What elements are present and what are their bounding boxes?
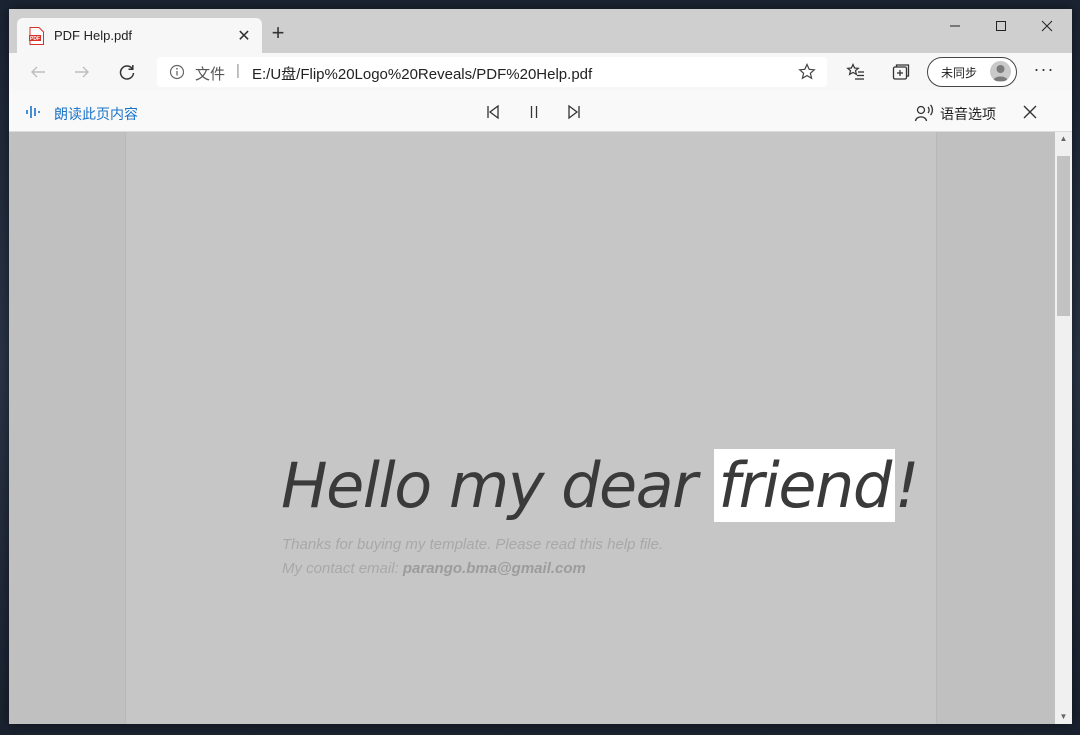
contact-email: parango.bma@gmail.com <box>402 560 586 577</box>
user-avatar-icon <box>993 65 1008 81</box>
pdf-file-icon: PDF <box>29 27 44 45</box>
heading-exclamation: ! <box>894 449 920 522</box>
favorites-list-icon[interactable] <box>846 62 866 82</box>
next-paragraph-icon[interactable] <box>564 102 584 122</box>
close-read-aloud-icon[interactable] <box>1020 102 1040 122</box>
tab-title: PDF Help.pdf <box>54 28 133 43</box>
heading-text: Hello my dear <box>281 449 715 522</box>
document-heading: Hello my dear friend! <box>281 449 920 522</box>
tab-close-icon[interactable]: ✕ <box>234 26 254 46</box>
collections-icon[interactable] <box>891 62 911 82</box>
read-aloud-label[interactable]: 朗读此页内容 <box>54 104 138 124</box>
close-icon <box>1041 20 1053 32</box>
arrow-right-icon <box>75 66 89 78</box>
minimize-icon <box>950 25 960 27</box>
highlighted-word: friend <box>714 449 895 522</box>
maximize-icon <box>996 21 1006 31</box>
url-text[interactable]: E:/U盘/Flip%20Logo%20Reveals/PDF%20Help.p… <box>252 63 592 84</box>
scroll-down-icon[interactable]: ▼ <box>1055 710 1072 724</box>
address-bar[interactable]: 文件 | E:/U盘/Flip%20Logo%20Reveals/PDF%20H… <box>157 57 827 87</box>
read-aloud-icon <box>26 106 40 118</box>
info-icon[interactable] <box>169 64 185 80</box>
settings-more-button[interactable]: ··· <box>1032 60 1056 84</box>
refresh-button[interactable] <box>114 59 140 85</box>
favorite-star-icon[interactable] <box>797 62 817 82</box>
contact-prefix: My contact email: <box>282 560 403 577</box>
scheme-label: 文件 <box>195 66 226 83</box>
vertical-scrollbar[interactable]: ▲ ▼ <box>1055 132 1072 724</box>
scroll-up-icon[interactable]: ▲ <box>1055 132 1072 146</box>
browser-window: PDF PDF Help.pdf ✕ + 文件 | E:/U盘/Flip%20L… <box>9 9 1072 724</box>
pdf-viewer[interactable]: Hello my dear friend! Thanks for buying … <box>9 132 1055 724</box>
contact-line: My contact email: parango.bma@gmail.com <box>282 560 586 577</box>
navigation-toolbar: 文件 | E:/U盘/Flip%20Logo%20Reveals/PDF%20H… <box>9 53 1072 91</box>
pdf-page: Hello my dear friend! Thanks for buying … <box>125 132 937 724</box>
thanks-text: Thanks for buying my template. Please re… <box>282 536 664 553</box>
tab-pdf-help[interactable]: PDF PDF Help.pdf ✕ <box>17 18 262 53</box>
refresh-icon <box>119 65 135 80</box>
voice-options-label[interactable]: 语音选项 <box>940 104 996 124</box>
profile-sync-button[interactable]: 未同步 <box>927 57 1017 87</box>
pause-icon[interactable] <box>524 102 544 122</box>
previous-paragraph-icon[interactable] <box>483 102 503 122</box>
maximize-button[interactable] <box>978 9 1024 43</box>
close-window-button[interactable] <box>1024 9 1070 43</box>
arrow-left-icon <box>31 66 45 78</box>
tab-bar: PDF PDF Help.pdf ✕ + <box>9 9 1072 53</box>
back-button[interactable] <box>25 59 51 85</box>
sync-status-label: 未同步 <box>941 66 978 80</box>
address-separator: | <box>236 62 240 79</box>
minimize-button[interactable] <box>932 9 978 43</box>
svg-text:PDF: PDF <box>30 36 40 42</box>
scroll-thumb[interactable] <box>1057 156 1070 316</box>
forward-button[interactable] <box>69 59 95 85</box>
voice-options-icon[interactable] <box>914 103 934 123</box>
new-tab-button[interactable]: + <box>266 21 290 45</box>
avatar <box>990 61 1011 82</box>
read-aloud-bar: 朗读此页内容 语音选项 <box>9 91 1072 132</box>
